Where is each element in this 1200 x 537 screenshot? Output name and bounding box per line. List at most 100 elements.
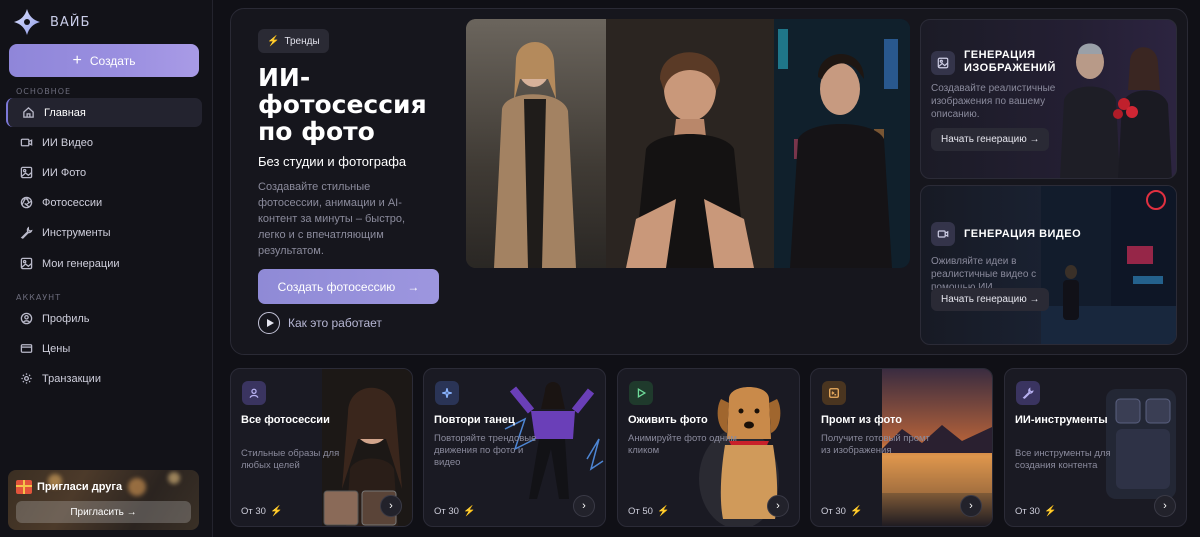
sidebar-item-ai-photo[interactable]: ИИ Фото	[6, 158, 202, 187]
home-icon	[22, 106, 35, 119]
sidebar-item-tools[interactable]: Инструменты	[6, 218, 202, 247]
sidebar-item-my-generations[interactable]: Мои генерации	[6, 249, 202, 278]
start-video-generation-button[interactable]: Начать генерацию →	[931, 288, 1050, 311]
create-photosession-label: Создать фотосессию	[277, 279, 396, 294]
price-text: От 50	[628, 506, 653, 517]
section-label-account: АККАУНТ	[16, 293, 62, 302]
price-text: От 30	[821, 506, 846, 517]
sidebar-item-label: ИИ Видео	[42, 136, 94, 149]
create-photosession-button[interactable]: Создать фотосессию →	[258, 269, 439, 304]
hero-description: Создавайте стильные фотосессии, анимации…	[258, 181, 406, 257]
bokeh-light	[168, 472, 180, 484]
card-title: Все фотосессии	[241, 414, 330, 426]
card-arrow-button[interactable]: ›	[380, 495, 402, 517]
hero-subtitle: Без студии и фотографа	[258, 154, 407, 169]
plus-icon: +	[72, 51, 82, 69]
hero-panel: ⚡ Тренды ИИ-фотосессия по фото Без студи…	[230, 8, 1188, 355]
sidebar-item-label: Фотосессии	[42, 196, 103, 209]
play-icon	[629, 381, 653, 405]
gift-icon	[16, 480, 32, 494]
gallery-icon	[20, 257, 33, 270]
arrow-right-icon: →	[407, 279, 420, 294]
sparkle-icon	[435, 381, 459, 405]
start-image-generation-button[interactable]: Начать генерацию →	[931, 128, 1050, 151]
sidebar-item-ai-video[interactable]: ИИ Видео	[6, 128, 202, 157]
sidebar-item-label: Главная	[44, 106, 86, 119]
card-repeat-dance[interactable]: Повтори танец Повторяйте трендовые движе…	[423, 368, 606, 527]
image-generation-illustration	[1060, 43, 1172, 178]
user-icon	[242, 381, 266, 405]
invite-button[interactable]: Пригласить →	[16, 501, 191, 523]
logo[interactable]: ВАЙБ	[12, 7, 90, 37]
sidebar: ВАЙБ + Создать ОСНОВНОЕ Главная ИИ Видео…	[0, 0, 213, 537]
video-icon	[931, 222, 955, 246]
create-button-label: Создать	[89, 53, 136, 68]
card-description: Стильные образы для любых целей	[241, 448, 340, 471]
card-arrow-button[interactable]: ›	[960, 495, 982, 517]
bolt-icon: ⚡	[267, 35, 280, 47]
card-price: От 30 ⚡	[821, 506, 862, 517]
card-title: ИИ-инструменты	[1015, 414, 1108, 426]
sidebar-item-label: Инструменты	[42, 226, 111, 239]
card-animate-photo[interactable]: Оживить фото Анимируйте фото одним клико…	[617, 368, 800, 527]
sidebar-item-label: Профиль	[42, 312, 90, 325]
image-icon	[931, 51, 955, 75]
video-generation-card[interactable]: ГЕНЕРАЦИЯ ВИДЕО Оживляйте идеи в реалист…	[920, 185, 1177, 345]
card-all-photosessions[interactable]: Все фотосессии Стильные образы для любых…	[230, 368, 413, 527]
bolt-icon: ⚡	[269, 506, 283, 517]
gear-icon	[20, 372, 33, 385]
card-ai-tools[interactable]: ИИ-инструменты Все инструменты для созда…	[1004, 368, 1187, 527]
create-button[interactable]: + Создать	[9, 44, 199, 77]
logo-icon	[12, 7, 42, 37]
card-description: Анимируйте фото одним кликом	[628, 433, 737, 456]
how-it-works-link[interactable]: Как это работает	[258, 312, 382, 334]
sidebar-item-label: Цены	[42, 342, 71, 355]
card-title: Оживить фото	[628, 414, 708, 426]
user-icon	[20, 312, 33, 325]
image-generation-description: Создавайте реалистичные изображения по в…	[931, 83, 1056, 120]
card-price: От 30 ⚡	[434, 506, 475, 517]
sidebar-item-label: Транзакции	[42, 372, 101, 385]
sidebar-item-profile[interactable]: Профиль	[6, 304, 202, 333]
sidebar-item-prices[interactable]: Цены	[6, 334, 202, 363]
card-arrow-button[interactable]: ›	[767, 495, 789, 517]
sidebar-item-transactions[interactable]: Транзакции	[6, 364, 202, 393]
wrench-icon	[20, 226, 33, 239]
image-generation-title: ГЕНЕРАЦИЯ ИЗОБРАЖЕНИЙ	[964, 49, 1056, 74]
bolt-icon: ⚡	[1043, 506, 1057, 517]
section-label-main: ОСНОВНОЕ	[16, 87, 72, 96]
card-description: Повторяйте трендовые движения по фото и …	[434, 433, 537, 468]
logo-text: ВАЙБ	[50, 14, 91, 30]
trends-chip[interactable]: ⚡ Тренды	[258, 29, 329, 53]
video-generation-title: ГЕНЕРАЦИЯ ВИДЕО	[964, 228, 1082, 240]
bolt-icon: ⚡	[656, 506, 670, 517]
trends-chip-label: Тренды	[284, 35, 320, 47]
hero-photo-woman-portrait	[606, 19, 774, 268]
card-icon	[20, 342, 33, 355]
bokeh-light	[128, 478, 146, 496]
invite-title: Пригласи друга	[16, 480, 122, 494]
video-icon	[20, 136, 33, 149]
invite-title-text: Пригласи друга	[37, 481, 123, 493]
sidebar-item-photosessions[interactable]: Фотосессии	[6, 188, 202, 217]
card-price: От 50 ⚡	[628, 506, 669, 517]
aperture-icon	[20, 196, 33, 209]
price-text: От 30	[1015, 506, 1040, 517]
hero-photo-man-city	[774, 19, 910, 268]
bolt-icon: ⚡	[462, 506, 476, 517]
card-arrow-button[interactable]: ›	[573, 495, 595, 517]
hero-photo-collage	[466, 19, 910, 268]
card-arrow-button[interactable]: ›	[1154, 495, 1176, 517]
image-icon	[20, 166, 33, 179]
card-description: Получите готовый промт из изображения	[821, 433, 930, 456]
hero-photo-woman-coat	[466, 19, 606, 268]
image-generation-card[interactable]: ГЕНЕРАЦИЯ ИЗОБРАЖЕНИЙ Создавайте реалист…	[920, 19, 1177, 179]
hero-title: ИИ-фотосессия по фото	[258, 63, 427, 146]
sidebar-item-label: Мои генерации	[42, 257, 120, 270]
card-price: От 30 ⚡	[1015, 506, 1056, 517]
sidebar-item-home[interactable]: Главная	[6, 98, 202, 127]
wrench-icon	[1016, 381, 1040, 405]
bolt-icon: ⚡	[849, 506, 863, 517]
sidebar-item-label: ИИ Фото	[42, 166, 87, 179]
card-prompt-from-photo[interactable]: Промт из фото Получите готовый промт из …	[810, 368, 993, 527]
